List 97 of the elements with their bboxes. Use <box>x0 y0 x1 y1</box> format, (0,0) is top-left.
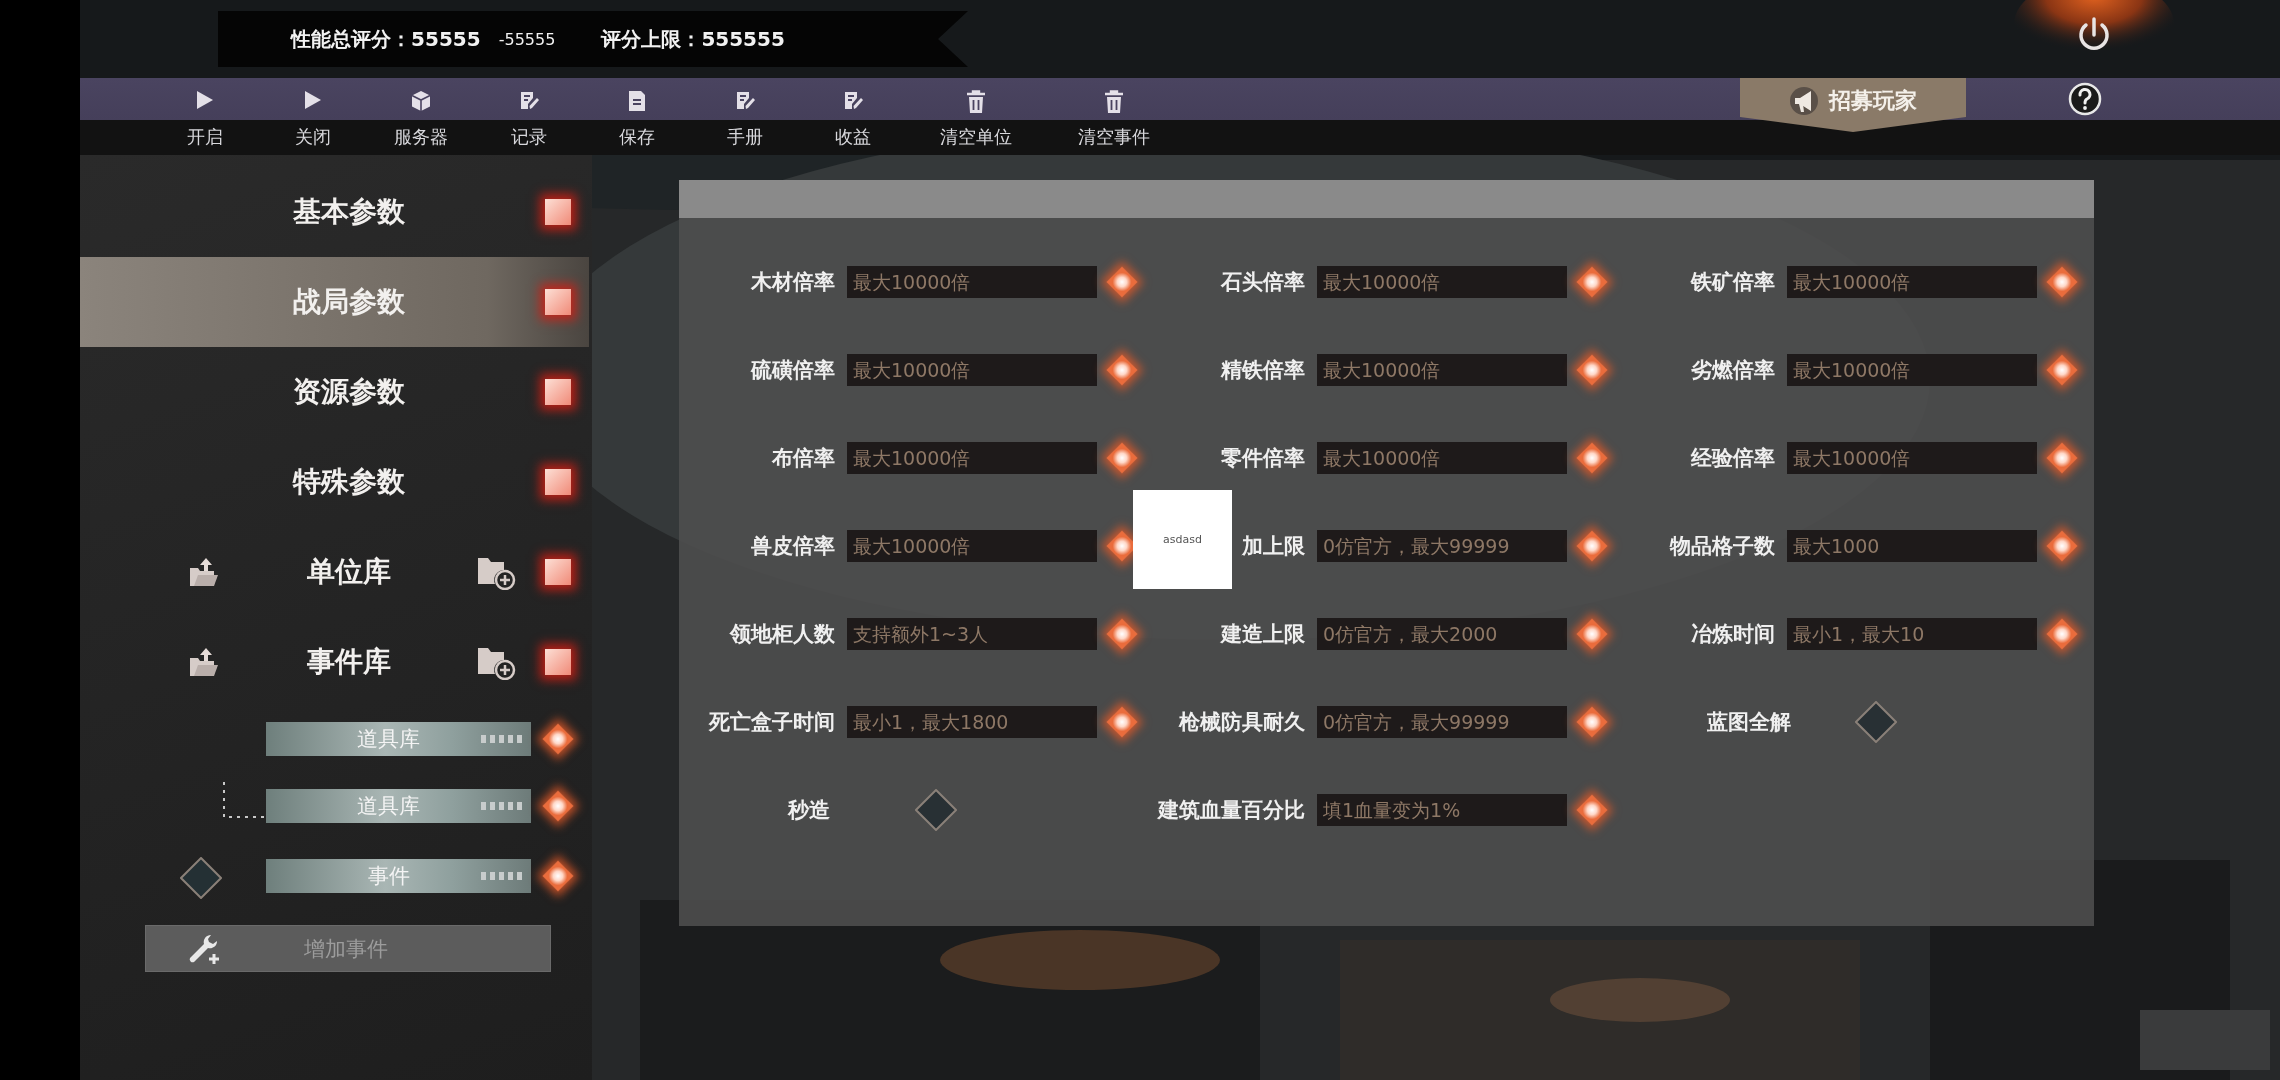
input-field[interactable]: 最大10000倍 <box>847 530 1097 562</box>
drag-handle-icon[interactable] <box>481 871 525 881</box>
field-label: 硫磺倍率 <box>751 357 835 384</box>
input-field[interactable]: 最大10000倍 <box>1317 442 1567 474</box>
field-label: 石头倍率 <box>1221 269 1305 296</box>
field-label: 布倍率 <box>772 445 835 472</box>
edit-icon <box>518 90 540 112</box>
sidebar-item[interactable]: 战局参数 <box>80 257 589 347</box>
field-label: 冶炼时间 <box>1691 621 1775 648</box>
sidebar-item[interactable]: 事件库 <box>80 617 589 707</box>
input-field[interactable]: 最大10000倍 <box>1317 266 1567 298</box>
drag-handle-icon[interactable] <box>481 801 525 811</box>
diamond-button[interactable] <box>542 790 574 822</box>
input-field[interactable]: 最大10000倍 <box>1787 442 2037 474</box>
toggle-checkbox[interactable] <box>180 857 222 899</box>
toggle-checkbox[interactable] <box>1855 701 1897 743</box>
cube-icon <box>410 90 432 112</box>
diamond-button[interactable] <box>2046 442 2078 474</box>
input-field[interactable]: 0仿官方，最大99999 <box>1317 530 1567 562</box>
input-field[interactable]: 支持额外1~3人 <box>847 618 1097 650</box>
trash-icon <box>1103 90 1125 114</box>
input-field[interactable]: 最大10000倍 <box>847 442 1097 474</box>
field-label: 经验倍率 <box>1691 445 1775 472</box>
field-label: 精铁倍率 <box>1221 357 1305 384</box>
edit-icon <box>842 90 864 112</box>
input-field[interactable]: 最大10000倍 <box>847 266 1097 298</box>
toolbar-button[interactable]: 记录 <box>475 78 583 155</box>
field-label: 零件倍率 <box>1221 445 1305 472</box>
input-field[interactable]: 填1血量变为1% <box>1317 794 1567 826</box>
diamond-button[interactable] <box>1576 530 1608 562</box>
field-label: 枪械防具耐久 <box>1179 709 1305 736</box>
sidebar-item[interactable]: 单位库 <box>80 527 589 617</box>
trash-icon <box>965 90 987 114</box>
toolbar-button[interactable]: 清空事件 <box>1045 78 1183 155</box>
diamond-button[interactable] <box>1106 266 1138 298</box>
field-label: 兽皮倍率 <box>751 533 835 560</box>
play-icon <box>304 90 322 110</box>
toolbar-button[interactable]: 开启 <box>151 78 259 155</box>
input-field[interactable]: 0仿官方，最大2000 <box>1317 618 1567 650</box>
input-field[interactable]: 最大10000倍 <box>1787 354 2037 386</box>
document-icon <box>628 90 646 112</box>
field-label: 物品格子数 <box>1670 533 1775 560</box>
input-field[interactable]: 最大10000倍 <box>1787 266 2037 298</box>
folder-upload-icon[interactable] <box>188 556 220 588</box>
diamond-button[interactable] <box>1576 618 1608 650</box>
diamond-button[interactable] <box>1106 706 1138 738</box>
input-field[interactable]: 最大1000 <box>1787 530 2037 562</box>
field-label: 秒造 <box>786 797 831 824</box>
total-score: 性能总评分：55555 <box>291 25 481 53</box>
diamond-button[interactable] <box>1576 266 1608 298</box>
drag-handle-icon[interactable] <box>481 734 525 744</box>
input-field[interactable]: 最小1，最大1800 <box>847 706 1097 738</box>
recruit-button[interactable]: 招募玩家 <box>1740 78 1966 132</box>
toolbar-button[interactable]: 服务器 <box>367 78 475 155</box>
diamond-button[interactable] <box>1106 618 1138 650</box>
diamond-button[interactable] <box>2046 266 2078 298</box>
field-label: 劣燃倍率 <box>1691 357 1775 384</box>
field-label: 领地柜人数 <box>730 621 835 648</box>
field-label: 铁矿倍率 <box>1691 269 1775 296</box>
diamond-button[interactable] <box>542 723 574 755</box>
play-icon <box>196 90 214 110</box>
diamond-button[interactable] <box>542 860 574 892</box>
diamond-button[interactable] <box>1576 794 1608 826</box>
diamond-button[interactable] <box>1106 442 1138 474</box>
field-label: 死亡盒子时间 <box>709 709 835 736</box>
toolbar-button[interactable]: 关闭 <box>259 78 367 155</box>
input-field[interactable]: 最大10000倍 <box>847 354 1097 386</box>
toolbar-button[interactable]: 清空单位 <box>907 78 1045 155</box>
input-field[interactable]: 最小1，最大10 <box>1787 618 2037 650</box>
diamond-button[interactable] <box>1576 442 1608 474</box>
connector-line <box>222 781 266 819</box>
overlay-text: asdasd <box>1163 533 1202 546</box>
sidebar-item[interactable]: 特殊参数 <box>80 437 589 527</box>
field-label: 加上限 <box>1242 533 1305 560</box>
input-field[interactable]: 0仿官方，最大99999 <box>1317 706 1567 738</box>
diamond-button[interactable] <box>1576 706 1608 738</box>
sidebar-item[interactable]: 资源参数 <box>80 347 589 437</box>
diamond-button[interactable] <box>2046 618 2078 650</box>
toggle-checkbox[interactable] <box>915 789 957 831</box>
edit-icon <box>734 90 756 112</box>
input-field[interactable]: 最大10000倍 <box>1317 354 1567 386</box>
score-delta: -55555 <box>498 29 556 49</box>
sidebar-item[interactable]: 基本参数 <box>80 167 589 257</box>
toolbar-button[interactable]: 手册 <box>691 78 799 155</box>
field-label: 蓝图全解 <box>1706 709 1792 736</box>
diamond-button[interactable] <box>2046 530 2078 562</box>
field-label: 建造上限 <box>1221 621 1305 648</box>
toolbar-button[interactable]: 保存 <box>583 78 691 155</box>
field-label: 建筑血量百分比 <box>1158 797 1305 824</box>
score-limit: 评分上限：555555 <box>601 25 785 53</box>
help-icon[interactable] <box>2068 82 2102 116</box>
folder-upload-icon[interactable] <box>188 646 220 678</box>
field-label: 木材倍率 <box>751 269 835 296</box>
diamond-button[interactable] <box>2046 354 2078 386</box>
toolbar-button[interactable]: 收益 <box>799 78 907 155</box>
diamond-button[interactable] <box>1576 354 1608 386</box>
diamond-button[interactable] <box>1106 354 1138 386</box>
